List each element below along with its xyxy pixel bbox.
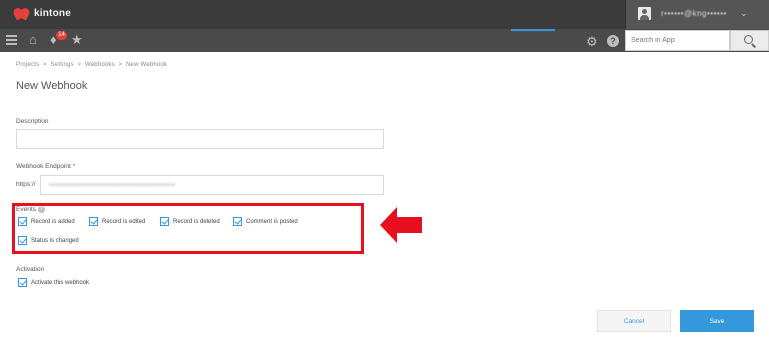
top-bar: kintone r••••••@kng•••••• ⌄ <box>0 0 769 29</box>
star-icon[interactable]: ★ <box>71 33 83 47</box>
notification-badge: 14 <box>56 31 67 40</box>
activate-webhook-checkbox[interactable]: Activate this webhook <box>18 278 89 287</box>
page-title: New Webhook <box>16 80 88 92</box>
search-button[interactable] <box>730 30 769 51</box>
kintone-logo-icon <box>14 7 30 19</box>
checkbox[interactable] <box>233 217 242 226</box>
breadcrumb: Projects > Settings > Webhooks > New Web… <box>16 62 168 68</box>
description-field[interactable] <box>16 129 384 149</box>
checkbox[interactable] <box>18 236 27 245</box>
search-input[interactable] <box>625 30 730 51</box>
event-record-edited[interactable]: Record is edited <box>89 217 145 226</box>
info-icon[interactable]: ? <box>37 206 45 213</box>
events-highlight-box <box>12 203 364 254</box>
app-name: kintone <box>34 7 71 19</box>
kintone-logo[interactable]: kintone <box>14 7 71 19</box>
user-menu[interactable]: r••••••@kng•••••• ⌄ <box>625 0 769 29</box>
checkbox[interactable] <box>89 217 98 226</box>
avatar <box>638 7 651 20</box>
events-label: Events ? <box>16 206 45 213</box>
breadcrumb-projects[interactable]: Projects <box>16 62 39 68</box>
help-icon[interactable]: ? <box>607 35 619 47</box>
description-label: Description <box>16 118 49 125</box>
checkbox[interactable] <box>18 278 27 287</box>
event-record-added[interactable]: Record is added <box>18 217 75 226</box>
save-button[interactable]: Save <box>680 310 754 332</box>
checkbox[interactable] <box>160 217 169 226</box>
event-record-deleted[interactable]: Record is deleted <box>160 217 220 226</box>
chevron-down-icon: ⌄ <box>740 8 748 18</box>
event-comment-posted[interactable]: Comment is posted <box>233 217 298 226</box>
home-icon[interactable]: ⌂ <box>29 33 37 47</box>
user-name: r••••••@kng•••••• <box>661 9 727 18</box>
checkbox[interactable] <box>18 217 27 226</box>
breadcrumb-current: New Webhook <box>126 62 168 68</box>
arrow-left-icon <box>380 207 422 243</box>
cancel-button[interactable]: Cancel <box>597 310 671 332</box>
activation-label: Activation <box>16 266 45 273</box>
endpoint-prefix: https:// <box>16 181 36 188</box>
endpoint-field[interactable]: ••••••••••••••••••••••••••••••••••••••••… <box>40 175 384 195</box>
breadcrumb-settings[interactable]: Settings <box>50 62 73 68</box>
required-mark: * <box>72 163 76 170</box>
endpoint-label: Webhook Endpoint * <box>16 163 76 170</box>
event-status-changed[interactable]: Status is changed <box>18 236 79 245</box>
breadcrumb-webhooks[interactable]: Webhooks <box>85 62 115 68</box>
menu-icon[interactable] <box>6 35 17 45</box>
endpoint-value: ••••••••••••••••••••••••••••••••••••••••… <box>49 182 176 189</box>
gear-icon[interactable]: ⚙ <box>586 34 598 50</box>
active-indicator <box>511 29 555 31</box>
